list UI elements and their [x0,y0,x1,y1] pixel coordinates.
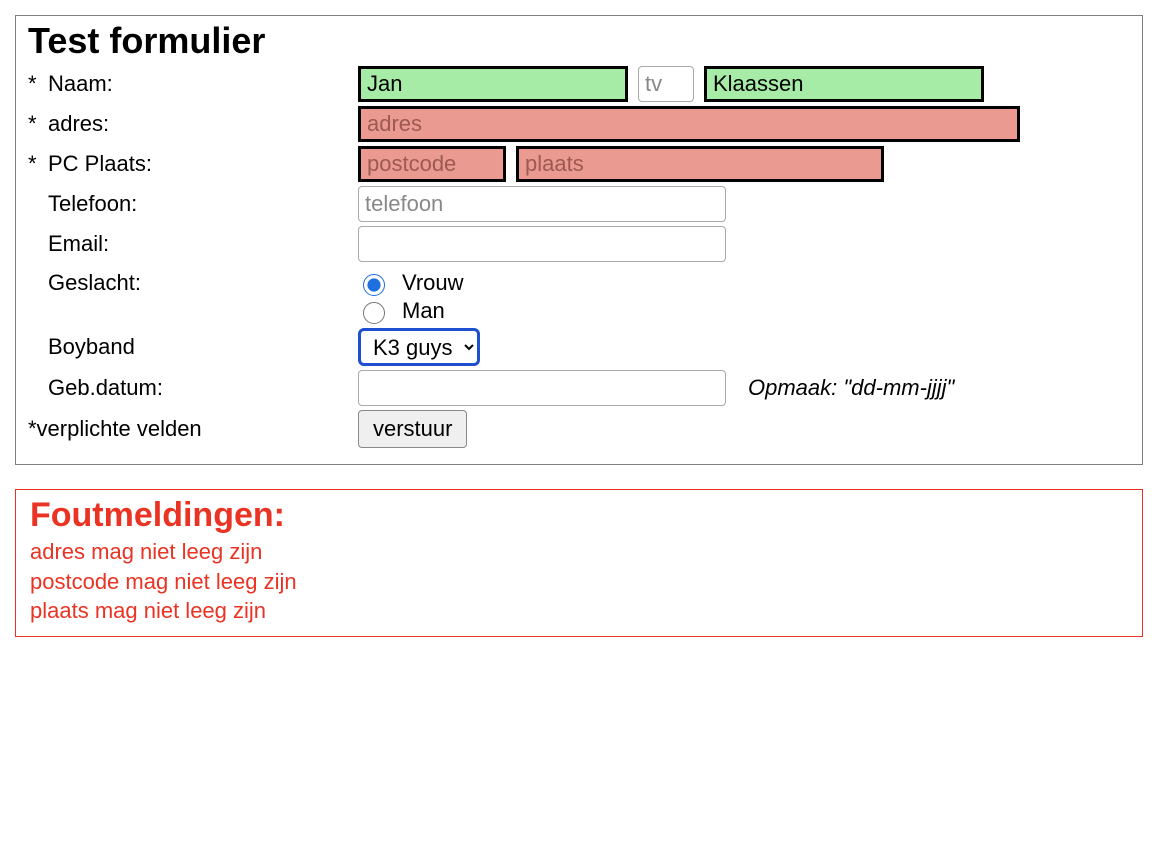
errors-container: Foutmeldingen: adres mag niet leeg zijn … [15,489,1143,637]
required-marker: * [28,151,48,177]
fields-footer: verstuur [358,410,467,448]
fields-adres [358,106,1020,142]
radio-vrouw-label: Vrouw [402,270,464,296]
label-gebdatum: Geb.datum: [28,375,358,401]
row-telefoon: Telefoon: [28,186,1130,222]
fields-email [358,226,726,262]
label-adres-text: adres: [48,111,109,136]
required-marker: * [28,111,48,137]
label-naam: *Naam: [28,71,358,97]
label-email-text: Email: [48,231,109,256]
label-email: Email: [28,231,358,257]
radio-man[interactable] [363,302,385,324]
required-note: *verplichte velden [28,416,358,442]
label-boyband: Boyband [28,334,358,360]
fields-telefoon [358,186,726,222]
telefoon-input[interactable] [358,186,726,222]
adres-input[interactable] [358,106,1020,142]
row-naam: *Naam: [28,66,1130,102]
tussenvoegsel-input[interactable] [638,66,694,102]
row-footer: *verplichte velden verstuur [28,410,1130,448]
label-pcplaats-text: PC Plaats: [48,151,152,176]
row-geslacht: Geslacht: Vrouw Man [28,270,1130,324]
radio-vrouw-line[interactable]: Vrouw [358,270,464,296]
email-input[interactable] [358,226,726,262]
row-adres: *adres: [28,106,1130,142]
error-message: postcode mag niet leeg zijn [30,567,1128,597]
fields-pcplaats [358,146,884,182]
gebdatum-input[interactable] [358,370,726,406]
row-boyband: Boyband K3 guys [28,328,1130,366]
radio-man-label: Man [402,298,445,324]
fields-naam [358,66,984,102]
errors-title: Foutmeldingen: [30,496,1128,535]
label-adres: *adres: [28,111,358,137]
fields-geslacht: Vrouw Man [358,270,464,324]
postcode-input[interactable] [358,146,506,182]
form-title: Test formulier [28,20,1130,62]
label-boyband-text: Boyband [48,334,135,359]
plaats-input[interactable] [516,146,884,182]
row-pcplaats: *PC Plaats: [28,146,1130,182]
geslacht-radio-group: Vrouw Man [358,270,464,324]
label-pcplaats: *PC Plaats: [28,151,358,177]
label-geslacht: Geslacht: [28,270,358,296]
required-marker: * [28,71,48,97]
error-message: adres mag niet leeg zijn [30,537,1128,567]
boyband-select[interactable]: K3 guys [358,328,480,366]
label-gebdatum-text: Geb.datum: [48,375,163,400]
submit-button[interactable]: verstuur [358,410,467,448]
fields-boyband: K3 guys [358,328,480,366]
radio-vrouw[interactable] [363,274,385,296]
row-email: Email: [28,226,1130,262]
label-naam-text: Naam: [48,71,113,96]
firstname-input[interactable] [358,66,628,102]
error-message: plaats mag niet leeg zijn [30,596,1128,626]
label-telefoon: Telefoon: [28,191,358,217]
lastname-input[interactable] [704,66,984,102]
label-geslacht-text: Geslacht: [48,270,141,295]
row-gebdatum: Geb.datum: Opmaak: "dd-mm-jjjj" [28,370,1130,406]
label-telefoon-text: Telefoon: [48,191,137,216]
fields-gebdatum: Opmaak: "dd-mm-jjjj" [358,370,954,406]
gebdatum-hint: Opmaak: "dd-mm-jjjj" [748,375,954,401]
radio-man-line[interactable]: Man [358,298,464,324]
form-container: Test formulier *Naam: *adres: *PC Plaats… [15,15,1143,465]
